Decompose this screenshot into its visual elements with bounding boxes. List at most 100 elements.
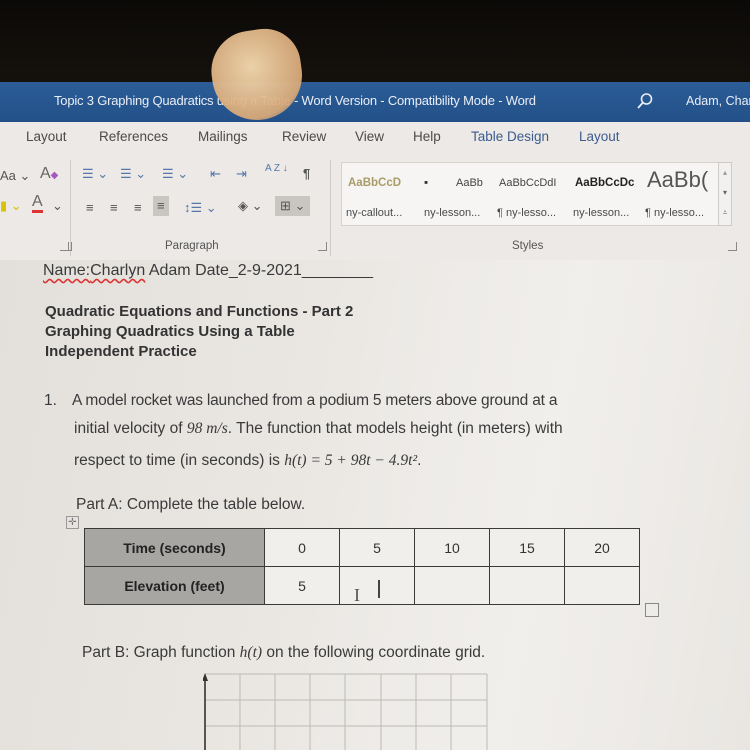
elevation-cell-2[interactable] bbox=[414, 566, 490, 605]
decrease-indent-button[interactable]: ⇤ bbox=[210, 166, 221, 182]
style-name-lesso-para[interactable]: ¶ ny-lesso... bbox=[497, 207, 556, 219]
paragraph-left-launcher[interactable] bbox=[63, 242, 72, 251]
tab-review[interactable]: Review bbox=[282, 129, 326, 144]
style-name-callout[interactable]: ny-callout... bbox=[346, 207, 402, 219]
question-line-2: initial velocity of 98 m/s. The function… bbox=[74, 420, 563, 438]
text-caret bbox=[378, 580, 380, 598]
question-text-2a: initial velocity of bbox=[74, 420, 187, 437]
clear-formatting-icon: A bbox=[40, 165, 51, 182]
style-name-lesso-para-2[interactable]: ¶ ny-lesso... bbox=[645, 207, 704, 219]
table-row-time: Time (seconds) 0 5 10 15 20 bbox=[84, 528, 640, 567]
part-b-text-a: Part B: Graph function bbox=[82, 644, 240, 661]
grid-lines bbox=[205, 673, 488, 750]
tab-help[interactable]: Help bbox=[413, 129, 441, 144]
time-cell-4[interactable]: 20 bbox=[564, 528, 640, 567]
ibeam-cursor-icon: I bbox=[354, 585, 360, 605]
style-sample-callout[interactable]: AaBbCcD bbox=[348, 177, 401, 189]
style-sample-lesson-bold[interactable]: AaBbCcDc bbox=[575, 177, 634, 189]
numbering-button[interactable]: ☰ ⌄ bbox=[120, 166, 146, 182]
styles-group-label: Styles bbox=[512, 240, 544, 252]
eraser-icon: ◆ bbox=[50, 170, 59, 181]
change-case-button[interactable]: Aa ⌄ bbox=[0, 168, 30, 184]
font-color-icon: A bbox=[32, 193, 43, 210]
multilevel-list-button[interactable]: ☰ ⌄ bbox=[162, 166, 188, 182]
table-resize-handle[interactable] bbox=[645, 603, 659, 617]
clear-formatting-button[interactable]: A◆ bbox=[40, 166, 58, 184]
sort-button[interactable]: A Z ↓ bbox=[265, 163, 288, 174]
scroll-up-icon[interactable]: ▴ bbox=[719, 163, 731, 183]
shading-button[interactable]: ◈ ⌄ bbox=[238, 198, 263, 214]
time-cell-0[interactable]: 0 bbox=[264, 528, 340, 567]
photo-frame: Topic 3 Graphing Quadratics using a Tabl… bbox=[0, 0, 750, 750]
misspelled-name[interactable]: Charlyn bbox=[90, 262, 145, 279]
elevation-cell-3[interactable] bbox=[489, 566, 565, 605]
search-icon[interactable] bbox=[636, 92, 654, 110]
account-name[interactable]: Adam, Char bbox=[686, 94, 750, 108]
part-b-function-math: h(t) bbox=[239, 644, 263, 661]
tab-view[interactable]: View bbox=[355, 129, 384, 144]
paragraph-group-label: Paragraph bbox=[165, 240, 219, 252]
tab-layout[interactable]: Layout bbox=[26, 129, 67, 144]
borders-button[interactable]: ⊞ ⌄ bbox=[275, 196, 311, 216]
show-formatting-button[interactable]: ¶ bbox=[303, 166, 310, 182]
tab-table-layout[interactable]: Layout bbox=[579, 129, 620, 144]
align-center-button[interactable]: ≡ bbox=[110, 200, 118, 216]
question-line-1: A model rocket was launched from a podiu… bbox=[72, 392, 557, 410]
style-sample-lesson-bullet[interactable]: ▪ bbox=[424, 177, 428, 189]
question-line-3: respect to time (in seconds) is h(t) = 5… bbox=[74, 452, 421, 470]
time-cell-3[interactable]: 15 bbox=[489, 528, 565, 567]
part-a-label: Part A: Complete the table below. bbox=[76, 496, 306, 513]
elevation-cell-0[interactable]: 5 bbox=[264, 566, 340, 605]
document-page[interactable]: Name:Charlyn Adam Date_2-9-2021________ … bbox=[0, 260, 750, 750]
sort-icon: A Z bbox=[265, 163, 281, 174]
styles-more-icon[interactable]: ⩡ bbox=[719, 203, 731, 223]
row-header-time[interactable]: Time (seconds) bbox=[84, 528, 265, 567]
heading-title: Quadratic Equations and Functions - Part… bbox=[45, 303, 354, 320]
tab-mailings[interactable]: Mailings bbox=[198, 129, 248, 144]
align-left-button[interactable]: ≡ bbox=[86, 200, 94, 216]
table-move-handle-icon[interactable]: ✛ bbox=[66, 516, 79, 529]
scroll-down-icon[interactable]: ▾ bbox=[719, 183, 731, 203]
monitor-bezel bbox=[0, 0, 750, 82]
part-b-text-b: on the following coordinate grid. bbox=[262, 644, 486, 661]
ribbon-tabs: Layout References Mailings Review View H… bbox=[0, 122, 750, 156]
style-sample-lesson-normal[interactable]: AaBbCcDdI bbox=[499, 177, 556, 189]
name-date-line: Name:Charlyn Adam Date_2-9-2021________ bbox=[43, 262, 373, 280]
elevation-cell-1[interactable] bbox=[339, 566, 415, 605]
time-elevation-table: Time (seconds) 0 5 10 15 20 Elevation (f… bbox=[84, 528, 640, 605]
paragraph-dialog-launcher[interactable] bbox=[318, 242, 327, 251]
pilcrow-icon: ¶ bbox=[303, 166, 311, 181]
font-color-dropdown[interactable]: ⌄ bbox=[52, 198, 63, 214]
styles-dialog-launcher[interactable] bbox=[728, 242, 737, 251]
question-text-1: A model rocket was launched from a podiu… bbox=[72, 392, 558, 409]
title-bar: Topic 3 Graphing Quadratics using a Tabl… bbox=[0, 82, 750, 122]
line-spacing-button[interactable]: ↕☰ ⌄ bbox=[184, 200, 217, 216]
question-number: 1. bbox=[44, 392, 57, 409]
elevation-cell-4[interactable] bbox=[564, 566, 640, 605]
row-header-elevation[interactable]: Elevation (feet) bbox=[84, 566, 265, 605]
time-cell-2[interactable]: 10 bbox=[414, 528, 490, 567]
style-sample-lesson-heading[interactable]: AaBb( bbox=[647, 167, 708, 193]
coordinate-grid[interactable] bbox=[203, 672, 488, 750]
align-right-button[interactable]: ≡ bbox=[134, 200, 142, 216]
tab-table-design[interactable]: Table Design bbox=[471, 129, 549, 144]
font-color-button[interactable]: A bbox=[32, 194, 43, 213]
style-sample-lesson-small[interactable]: AaBb bbox=[456, 177, 483, 189]
heading-subtitle: Graphing Quadratics Using a Table bbox=[45, 323, 295, 340]
justify-button[interactable]: ≡ bbox=[153, 196, 169, 216]
ribbon: Layout References Mailings Review View H… bbox=[0, 122, 750, 260]
bullets-button[interactable]: ☰ ⌄ bbox=[82, 166, 108, 182]
question-text-3b: . bbox=[417, 452, 422, 469]
tab-references[interactable]: References bbox=[99, 129, 168, 144]
style-name-lesson[interactable]: ny-lesson... bbox=[424, 207, 480, 219]
styles-scroll[interactable]: ▴ ▾ ⩡ bbox=[718, 162, 732, 226]
question-text-2b: . The function that models height (in me… bbox=[227, 420, 563, 437]
style-name-lesson-2[interactable]: ny-lesson... bbox=[573, 207, 629, 219]
table-row-elevation: Elevation (feet) 5 bbox=[84, 566, 640, 605]
highlight-color-button[interactable]: ▮ ⌄ bbox=[0, 198, 22, 214]
increase-indent-button[interactable]: ⇥ bbox=[236, 166, 247, 182]
name-label: Name: bbox=[43, 262, 91, 279]
time-cell-1[interactable]: 5 bbox=[339, 528, 415, 567]
question-text-3a: respect to time (in seconds) is bbox=[74, 452, 285, 469]
name-date-rest: Adam Date_2-9-2021________ bbox=[145, 262, 373, 279]
